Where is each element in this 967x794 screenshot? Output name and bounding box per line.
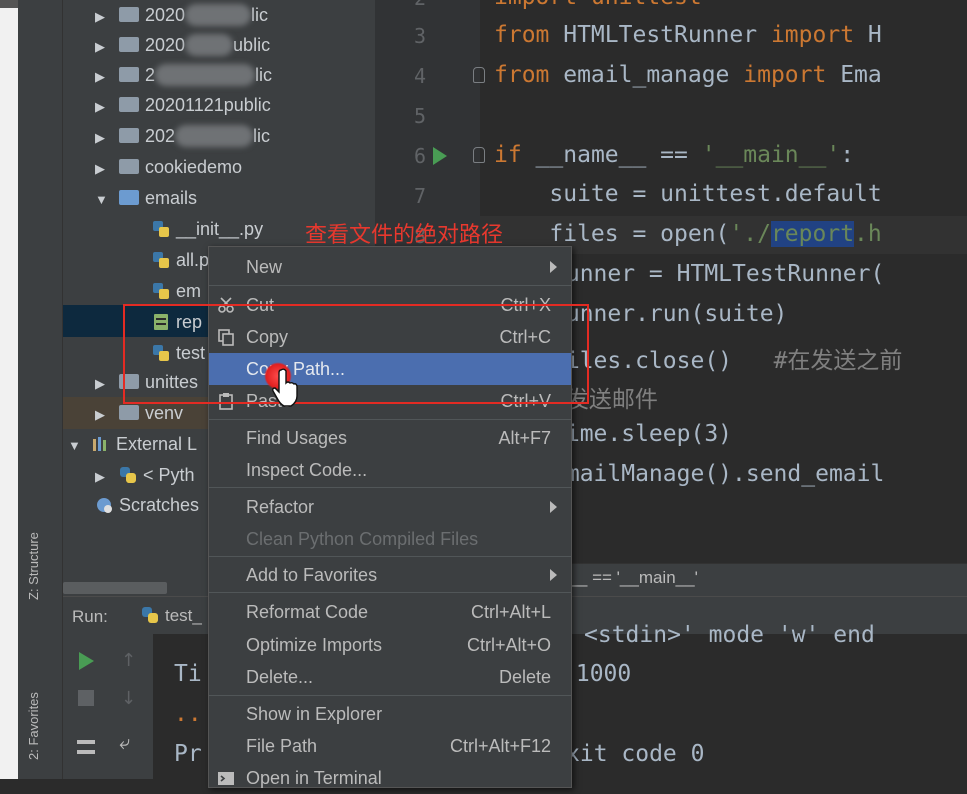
folder-icon: [119, 7, 139, 22]
menu-item-clean-compiled: Clean Python Compiled Files: [246, 529, 479, 549]
tree-item-folder[interactable]: ▶ 2020 lic: [95, 0, 268, 30]
line-number: 7: [413, 184, 426, 208]
annotation-text: 查看文件的绝对路径: [305, 222, 504, 247]
folder-icon: [119, 405, 139, 420]
tree-item-python-sdk[interactable]: ▶ < Pyth: [95, 460, 195, 490]
stop-icon[interactable]: [78, 690, 94, 706]
favorites-tool-tab[interactable]: 2: Favorites: [26, 692, 41, 760]
menu-item-inspect-code[interactable]: Inspect Code...: [209, 454, 571, 486]
console-line: )1000: [562, 661, 632, 687]
menu-item-optimize-imports[interactable]: Optimize Imports Ctrl+Alt+O: [209, 629, 571, 661]
code-line: EmailManage().send_email: [552, 461, 885, 487]
menu-separator: [209, 695, 571, 696]
tree-item-file[interactable]: em: [152, 276, 201, 306]
library-icon: [93, 437, 106, 451]
python-file-icon: [153, 252, 169, 268]
menu-item-find-usages[interactable]: Find Usages Alt+F7: [209, 422, 571, 454]
menu-separator: [209, 419, 571, 420]
folder-icon: [119, 97, 139, 112]
tree-item-file[interactable]: all.p: [152, 245, 209, 275]
menu-item-refactor[interactable]: Refactor: [209, 491, 571, 523]
tree-item-folder[interactable]: ▶ 2 lic: [95, 60, 272, 90]
console-line: ..: [174, 701, 202, 727]
tree-item-file[interactable]: __init__.py: [152, 214, 263, 244]
tree-item-scratches[interactable]: Scratches: [95, 490, 199, 520]
line-number: 6: [413, 144, 426, 168]
line-number: 2: [390, 0, 426, 10]
console-line: xit code 0: [566, 741, 705, 767]
up-arrow-icon[interactable]: ↑: [121, 650, 136, 671]
menu-item-delete[interactable]: Delete... Delete: [209, 661, 571, 693]
tree-item-folder[interactable]: ▶ 2020 ublic: [95, 30, 270, 60]
code-line: from HTMLTestRunner import H: [494, 22, 882, 48]
code-line: from email_manage import Ema: [494, 62, 882, 88]
fold-marker-icon[interactable]: [473, 67, 485, 83]
menu-item-add-to-favorites[interactable]: Add to Favorites: [209, 559, 571, 591]
menu-item-new[interactable]: New: [209, 251, 571, 283]
tree-item-folder-expanded[interactable]: ▼ emails: [95, 183, 197, 213]
submenu-arrow-icon: [550, 569, 557, 581]
run-panel-title: Run:: [72, 607, 108, 626]
code-line: if __name__ == '__main__':: [494, 142, 855, 168]
structure-tool-tab[interactable]: Z: Structure: [26, 532, 41, 600]
python-file-icon: [153, 221, 169, 237]
folder-icon: [119, 67, 139, 82]
menu-item-reformat-code[interactable]: Reformat Code Ctrl+Alt+L: [209, 596, 571, 628]
tree-item-folder[interactable]: ▶ 202 lic: [95, 121, 270, 151]
fold-marker-icon[interactable]: [473, 147, 485, 163]
console-line: Ti: [174, 661, 202, 687]
menu-item-file-path[interactable]: File Path Ctrl+Alt+F12: [209, 730, 571, 762]
menu-separator: [209, 592, 571, 593]
line-number: 4: [413, 64, 426, 88]
python-file-icon: [153, 283, 169, 299]
annotation-highlight-box: [123, 304, 589, 404]
down-arrow-icon[interactable]: ↓: [121, 688, 136, 709]
tool-window-strip: Z: Structure 2: Favorites: [18, 0, 63, 779]
menu-separator: [209, 487, 571, 488]
layout-icon[interactable]: [77, 740, 95, 754]
console-line: <stdin>' mode 'w' end: [584, 622, 875, 648]
run-tab[interactable]: test_: [141, 606, 202, 626]
submenu-arrow-icon: [550, 501, 557, 513]
rerun-icon[interactable]: [79, 652, 94, 670]
python-icon: [120, 467, 136, 483]
folder-icon: [119, 190, 139, 205]
run-toolbar: ↑ ↓ ⤶: [63, 634, 153, 779]
tree-item-folder[interactable]: ▶ 20201121public: [95, 90, 271, 120]
code-line: time.sleep(3): [552, 421, 733, 447]
scratches-icon: [97, 498, 112, 513]
tree-item-package[interactable]: ▶ cookiedemo: [95, 152, 242, 182]
horizontal-scrollbar[interactable]: [63, 582, 167, 594]
window-edge: [0, 0, 18, 779]
python-file-icon: [142, 607, 158, 623]
menu-item-show-in-explorer[interactable]: Show in Explorer: [209, 698, 571, 730]
menu-item-open-in-terminal[interactable]: Open in Terminal: [209, 762, 571, 794]
run-gutter-icon[interactable]: [433, 147, 447, 165]
menu-separator: [209, 556, 571, 557]
console-line: Pr: [174, 741, 202, 767]
submenu-arrow-icon: [550, 261, 557, 273]
folder-icon: [119, 37, 139, 52]
line-number: 3: [413, 24, 426, 48]
package-icon: [119, 159, 139, 174]
terminal-icon: [218, 772, 234, 785]
hand-cursor-icon: [272, 368, 298, 407]
menu-separator: [209, 285, 571, 286]
folder-icon: [119, 128, 139, 143]
code-line: runner = HTMLTestRunner(: [552, 261, 885, 287]
tree-item-external-libraries[interactable]: ▼ External L: [68, 429, 197, 459]
code-line: files = open('./report.h: [494, 221, 882, 247]
line-number: 5: [413, 104, 426, 128]
soft-wrap-icon[interactable]: ⤶: [119, 730, 130, 754]
code-line: import unittest: [494, 0, 702, 10]
code-line: files.close() #在发送之前: [552, 348, 903, 374]
code-line: suite = unittest.default: [494, 181, 882, 207]
